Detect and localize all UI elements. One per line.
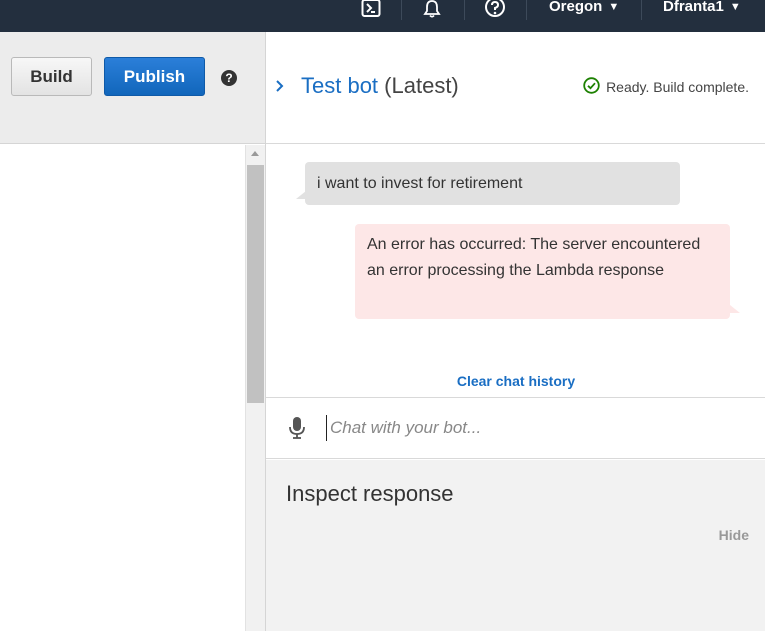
terminal-icon[interactable] — [360, 0, 382, 18]
check-circle-icon — [583, 77, 600, 97]
version-label: (Latest) — [384, 73, 459, 98]
nav-divider — [641, 0, 642, 20]
chat-input[interactable] — [326, 415, 746, 441]
scrollbar-thumb[interactable] — [247, 165, 264, 403]
test-bot-panel: Test bot (Latest) Ready. Build complete.… — [265, 32, 765, 631]
chevron-right-icon[interactable] — [275, 78, 285, 98]
caret-down-icon: ▼ — [608, 0, 620, 13]
inspect-response-title: Inspect response — [286, 481, 454, 506]
editor-toolbar: Build Publish ? — [0, 32, 265, 144]
publish-button[interactable]: Publish — [104, 57, 205, 96]
region-label: Oregon — [549, 0, 603, 15]
test-panel-title: Test bot (Latest) — [301, 73, 459, 99]
test-bot-link[interactable]: Test bot — [301, 73, 378, 98]
editor-body — [0, 145, 265, 631]
nav-divider — [401, 0, 402, 20]
bell-icon[interactable] — [421, 0, 443, 18]
chat-input-row — [266, 397, 765, 459]
test-panel-header: Test bot (Latest) Ready. Build complete. — [266, 32, 765, 144]
status-text: Ready. Build complete. — [606, 79, 749, 95]
region-selector[interactable]: Oregon ▼ — [549, 0, 619, 15]
help-circle-icon[interactable] — [484, 0, 506, 18]
scroll-up-arrow-icon[interactable] — [251, 151, 259, 156]
nav-divider — [526, 0, 527, 20]
build-status: Ready. Build complete. — [583, 77, 749, 97]
account-name: Dfranta1 — [663, 0, 724, 15]
bot-error-message-bubble: An error has occurred: The server encoun… — [355, 224, 740, 319]
caret-down-icon: ▼ — [729, 0, 741, 13]
clear-chat-history-link[interactable]: Clear chat history — [266, 373, 765, 389]
user-message-bubble: i want to invest for retirement — [296, 162, 680, 205]
chat-history: i want to invest for retirement An error… — [266, 145, 765, 397]
hide-link[interactable]: Hide — [719, 527, 749, 543]
inspect-response-section: Inspect response Hide — [266, 460, 765, 631]
question-mark-icon[interactable]: ? — [221, 70, 237, 86]
account-menu[interactable]: Dfranta1 ▼ — [663, 0, 741, 15]
top-nav-bar: Oregon ▼ Dfranta1 ▼ — [0, 0, 765, 32]
build-button[interactable]: Build — [11, 57, 92, 96]
nav-divider — [464, 0, 465, 20]
editor-scrollbar[interactable] — [245, 145, 265, 631]
microphone-icon[interactable] — [289, 417, 305, 444]
